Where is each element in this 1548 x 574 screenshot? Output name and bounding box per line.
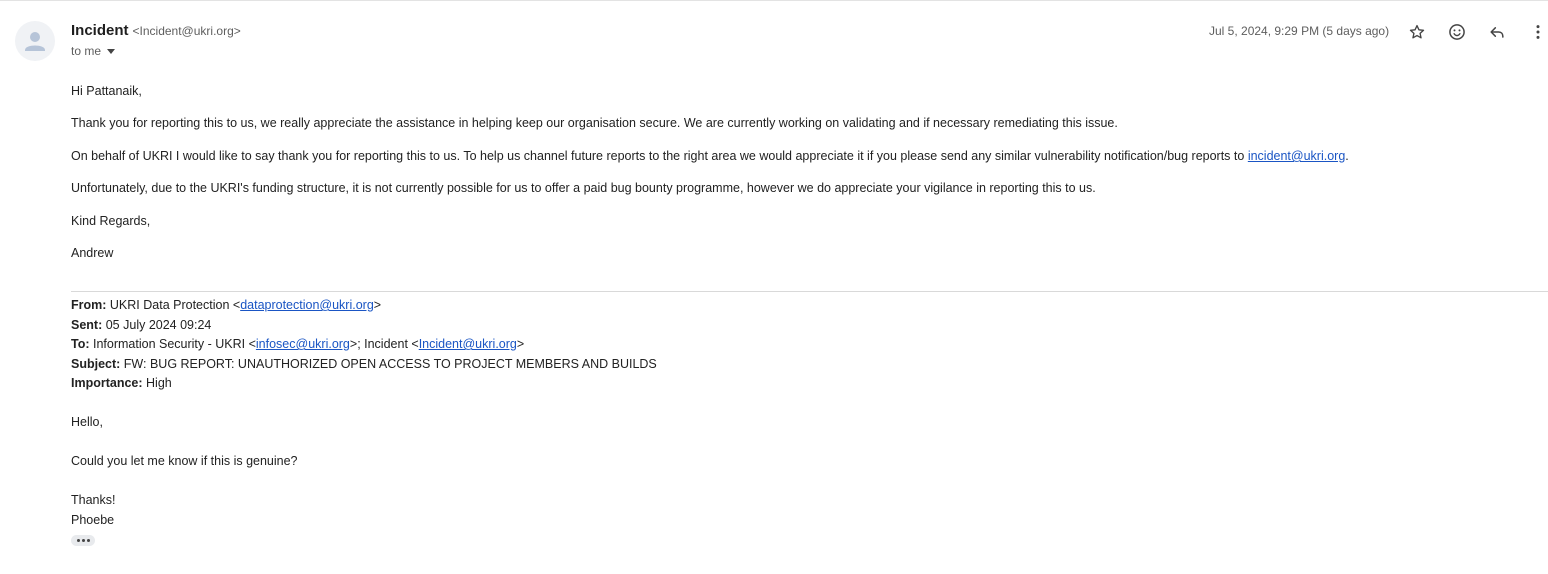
subject-value: FW: BUG REPORT: UNAUTHORIZED OPEN ACCESS… bbox=[123, 357, 657, 371]
caret-down-icon bbox=[107, 48, 116, 54]
star-button[interactable] bbox=[1405, 20, 1429, 44]
paragraph-2-text: On behalf of UKRI I would like to say th… bbox=[71, 149, 1248, 163]
sent-value: 05 July 2024 09:24 bbox=[105, 318, 212, 332]
sender-name[interactable]: Incident <Incident@ukri.org> bbox=[71, 22, 241, 39]
trim-dot bbox=[86, 539, 90, 542]
quoted-thanks: Thanks! bbox=[71, 493, 116, 507]
from-label: From: bbox=[71, 298, 107, 312]
paragraph-2: On behalf of UKRI I would like to say th… bbox=[71, 149, 1349, 163]
closing: Kind Regards, bbox=[71, 214, 151, 228]
to-name-1: Information Security - UKRI < bbox=[93, 337, 256, 351]
quoted-subject: Subject: FW: BUG REPORT: UNAUTHORIZED OP… bbox=[71, 357, 657, 371]
infosec-email-link[interactable]: infosec@ukri.org bbox=[256, 337, 350, 351]
to-mid: >; Incident < bbox=[349, 337, 419, 351]
from-end: > bbox=[373, 298, 382, 312]
quoted-from: From: UKRI Data Protection <dataprotecti… bbox=[71, 298, 381, 312]
quoted-sent: Sent: 05 July 2024 09:24 bbox=[71, 318, 211, 332]
to-label: To: bbox=[71, 337, 90, 351]
incident-email-link-2[interactable]: Incident@ukri.org bbox=[419, 337, 517, 351]
quoted-to: To: Information Security - UKRI <infosec… bbox=[71, 337, 524, 351]
paragraph-2-end: . bbox=[1345, 149, 1349, 163]
paragraph-1: Thank you for reporting this to us, we r… bbox=[71, 116, 1118, 130]
recipient-details-toggle[interactable]: to me bbox=[71, 44, 116, 58]
star-icon bbox=[1409, 24, 1425, 39]
reply-icon bbox=[1490, 27, 1504, 38]
signature: Andrew bbox=[71, 246, 114, 260]
subject-label: Subject: bbox=[71, 357, 121, 371]
reply-button[interactable] bbox=[1485, 20, 1509, 44]
incident-email-link[interactable]: incident@ukri.org bbox=[1248, 149, 1345, 163]
more-vert-icon bbox=[1536, 25, 1540, 39]
dataprotection-email-link[interactable]: dataprotection@ukri.org bbox=[240, 298, 374, 312]
sender-avatar[interactable] bbox=[15, 21, 55, 61]
importance-label: Importance: bbox=[71, 376, 143, 390]
more-options-button[interactable] bbox=[1526, 20, 1548, 44]
to-end: > bbox=[516, 337, 525, 351]
emoji-icon bbox=[1449, 24, 1465, 40]
quote-divider bbox=[71, 291, 1548, 292]
quoted-question: Could you let me know if this is genuine… bbox=[71, 454, 298, 468]
recipient-label: to me bbox=[71, 44, 102, 58]
show-trimmed-content-button[interactable] bbox=[71, 535, 95, 546]
person-avatar-icon bbox=[25, 32, 45, 51]
top-border bbox=[0, 0, 1548, 1]
sender-email: <Incident@ukri.org> bbox=[132, 24, 241, 38]
add-reaction-button[interactable] bbox=[1445, 20, 1469, 44]
sender-name-text: Incident bbox=[71, 22, 129, 39]
message-date: Jul 5, 2024, 9:29 PM (5 days ago) bbox=[1209, 24, 1390, 38]
trim-dot bbox=[81, 539, 85, 542]
paragraph-3: Unfortunately, due to the UKRI's funding… bbox=[71, 181, 1096, 195]
importance-value: High bbox=[146, 376, 172, 390]
quoted-hello: Hello, bbox=[71, 415, 103, 429]
trim-dot bbox=[76, 539, 80, 542]
quoted-importance: Importance: High bbox=[71, 376, 172, 390]
greeting: Hi Pattanaik, bbox=[71, 84, 142, 98]
from-name: UKRI Data Protection < bbox=[109, 298, 241, 312]
quoted-name: Phoebe bbox=[71, 513, 115, 527]
sent-label: Sent: bbox=[71, 318, 103, 332]
